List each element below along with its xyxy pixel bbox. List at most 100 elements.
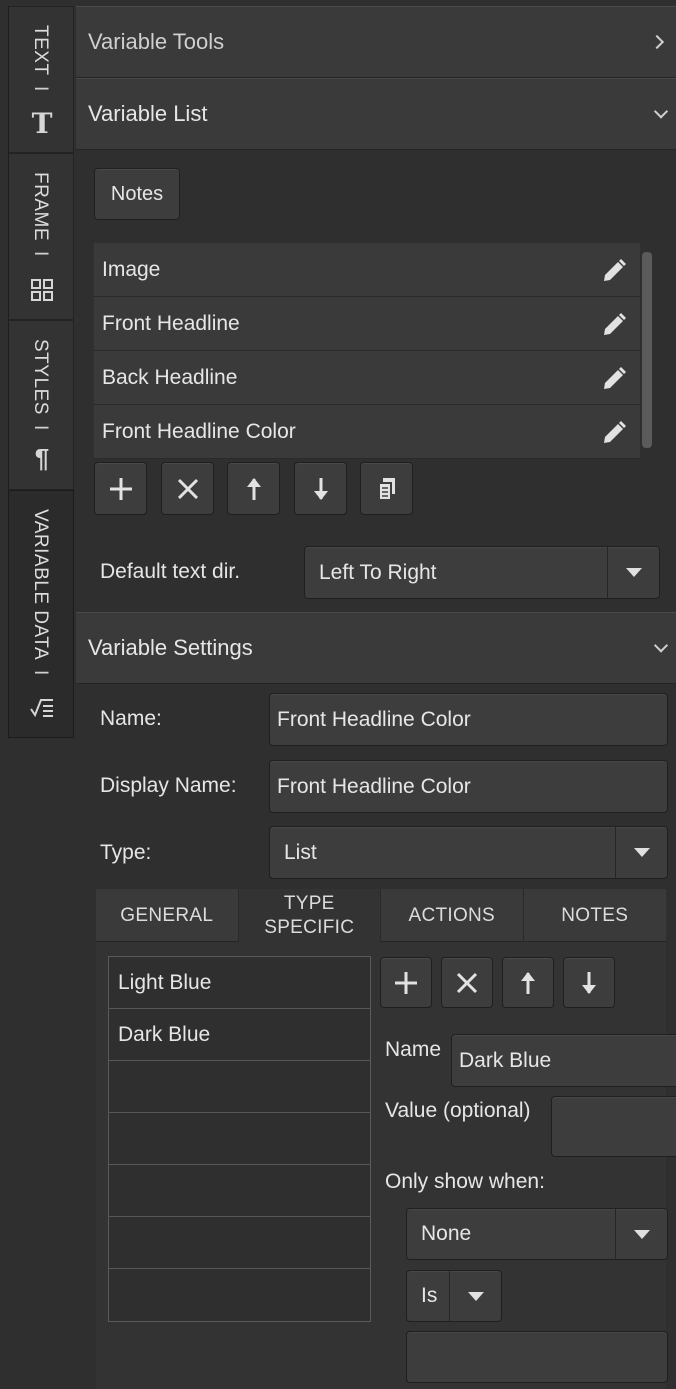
text-T-icon: T [31,107,53,140]
variable-tools-title: Variable Tools [88,29,225,54]
pencil-icon[interactable] [600,365,628,393]
list-item[interactable]: Front Headline [94,297,640,351]
delete-option-button[interactable] [441,957,493,1008]
list-item[interactable]: Front Headline Color [94,405,640,459]
notes-button-label: Notes [110,182,164,205]
arrow-down-icon [582,971,596,994]
chevron-down-icon [653,104,669,119]
type-label: Type: [100,841,152,864]
list-item-label: Back Headline [102,365,238,389]
pencil-icon[interactable] [600,257,628,285]
list-option-row[interactable] [109,1165,370,1217]
option-value-field[interactable] [551,1096,676,1157]
tab-type-specific-label: TYPE SPECIFIC [264,892,355,938]
add-option-button[interactable] [380,957,432,1008]
type-select[interactable]: List [269,826,668,879]
list-option-row[interactable] [109,1113,370,1165]
move-up-button[interactable] [227,462,280,515]
tab-general-label: GENERAL [120,904,214,926]
condition-value-field[interactable] [406,1331,668,1383]
grid-icon [27,278,57,302]
list-item-label: Front Headline [102,311,240,335]
type-value: List [284,840,317,864]
option-move-up-button[interactable] [502,957,554,1008]
list-option-row[interactable]: Dark Blue [109,1009,370,1061]
copy-icon [377,477,395,501]
add-variable-button[interactable] [94,462,147,515]
tab-separator: I [30,670,51,676]
option-value-label: Value (optional) [385,1099,531,1122]
list-item[interactable]: Image [94,243,640,297]
list-option-row[interactable] [109,1269,370,1321]
delete-variable-button[interactable] [161,462,214,515]
side-tab-bar: TEXT I T FRAME I STYLES I ¶ VARIABLE DATA I [0,0,76,1389]
option-move-down-button[interactable] [563,957,615,1008]
default-text-dir-select[interactable]: Left To Right [304,546,660,599]
variable-list-title: Variable List [88,101,208,126]
default-text-dir-value: Left To Right [319,560,437,584]
option-name-field[interactable]: Dark Blue [451,1034,676,1087]
tab-text[interactable]: TEXT I T [8,6,74,153]
plus-icon [395,971,417,994]
list-item-label: Image [102,257,161,281]
condition-operator-select[interactable]: Is [406,1270,502,1322]
close-icon [177,478,198,499]
list-option-row[interactable] [109,1217,370,1269]
list-option-row[interactable]: Light Blue [109,957,370,1009]
tab-frame[interactable]: FRAME I [8,153,74,320]
only-show-when-value: None [421,1222,472,1245]
pencil-icon[interactable] [600,419,628,447]
display-name-label: Display Name: [100,774,237,797]
variable-tools-header[interactable]: Variable Tools [76,6,676,78]
settings-tabs: GENERAL TYPE SPECIFIC ACTIONS NOTES [96,889,666,942]
tab-separator: I [30,85,51,92]
tab-styles-label: STYLES [30,339,51,415]
variable-list-header[interactable]: Variable List [76,78,676,150]
move-down-button[interactable] [294,462,347,515]
notes-button[interactable]: Notes [94,168,180,220]
name-label: Name: [100,707,162,730]
display-name-value: Front Headline Color [277,774,471,798]
tab-actions[interactable]: ACTIONS [381,889,524,942]
copy-variable-button[interactable] [360,462,413,515]
tab-separator: I [30,251,51,257]
list-options: Light Blue Dark Blue [108,956,371,1322]
arrow-up-icon [246,477,261,500]
tab-variable-data[interactable]: VARIABLE DATA I [8,490,74,738]
variable-settings-header[interactable]: Variable Settings [76,612,676,684]
chevron-down-icon [653,638,669,653]
tab-separator: I [30,424,51,431]
tab-styles[interactable]: STYLES I ¶ [8,320,74,490]
close-icon [456,972,478,993]
dropdown-arrow-icon [615,827,667,878]
option-name-value: Dark Blue [459,1048,552,1072]
default-text-dir-label: Default text dir. [100,560,241,583]
display-name-field[interactable]: Front Headline Color [269,760,668,813]
list-option-label: Dark Blue [118,1022,211,1046]
dropdown-arrow-icon [615,1209,667,1259]
tab-actions-label: ACTIONS [408,904,496,926]
list-item[interactable]: Back Headline [94,351,640,405]
variable-list: Image Front Headline Back Headline Front… [94,243,640,459]
list-item-label: Front Headline Color [102,419,296,443]
arrow-up-icon [521,971,535,994]
pilcrow-icon: ¶ [34,443,50,473]
tab-type-specific[interactable]: TYPE SPECIFIC [238,889,381,942]
name-field[interactable]: Front Headline Color [269,693,668,746]
tab-notes[interactable]: NOTES [524,889,666,942]
list-scrollbar[interactable] [642,252,652,448]
tab-frame-label: FRAME [30,172,51,241]
plus-icon [109,477,132,500]
condition-operator-value: Is [421,1284,438,1307]
only-show-when-select[interactable]: None [406,1208,668,1260]
variable-settings-title: Variable Settings [88,635,253,660]
tab-general[interactable]: GENERAL [96,889,239,942]
dropdown-arrow-icon [449,1271,501,1321]
variable-panel: Variable Tools Variable List Notes Image… [76,0,676,1389]
dropdown-arrow-icon [607,547,659,598]
name-value: Front Headline Color [277,707,471,731]
pencil-icon[interactable] [600,311,628,339]
tab-notes-label: NOTES [561,904,629,926]
only-show-when-label: Only show when: [385,1170,545,1193]
list-option-row[interactable] [109,1061,370,1113]
